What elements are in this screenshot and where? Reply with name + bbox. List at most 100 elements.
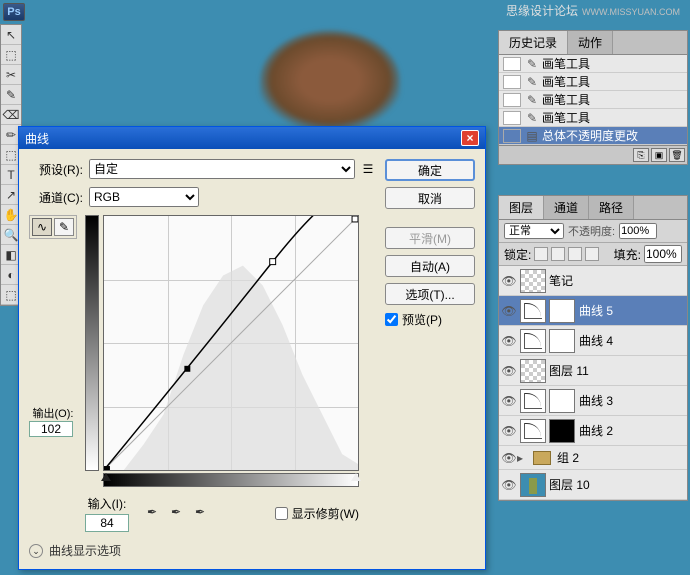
output-input[interactable] [29,421,73,437]
layer-name: 曲线 3 [579,392,613,409]
history-new-icon[interactable]: ▣ [651,148,667,162]
tab-layers[interactable]: 图层 [499,196,544,219]
layer-item[interactable]: 👁 图层 11 [499,356,687,386]
layer-item[interactable]: 👁 曲线 4 [499,326,687,356]
options-button[interactable]: 选项(T)... [385,283,475,305]
input-input[interactable] [85,514,129,532]
layer-item[interactable]: 👁 笔记 [499,266,687,296]
curve-mode-pencil-icon[interactable]: ✎ [54,218,74,236]
tab-channels[interactable]: 通道 [544,196,589,219]
lock-pixels-icon[interactable] [551,247,565,261]
fill-input[interactable] [644,245,682,263]
channel-label: 通道(C): [29,189,83,206]
blend-mode-select[interactable]: 正常 [504,223,564,239]
lock-all-icon[interactable] [585,247,599,261]
layer-name: 曲线 2 [579,422,613,439]
gray-point-dropper-icon[interactable]: ✒ [167,505,185,523]
layer-name: 组 2 [557,449,579,466]
layer-item[interactable]: 👁 图层 10 [499,470,687,500]
layer-name: 曲线 4 [579,332,613,349]
close-icon[interactable]: × [461,130,479,146]
history-delete-icon[interactable]: 🗑 [669,148,685,162]
layers-panel: 图层 通道 路径 正常 不透明度: 锁定: 填充: 👁笔记👁曲线 5👁曲线 4👁… [498,195,688,501]
tool-4[interactable]: ⌫ [1,105,21,125]
layer-name: 图层 11 [549,362,589,379]
layer-name: 图层 10 [549,476,590,493]
adjust-thumb [520,419,546,443]
output-label: 输出(O): [29,405,77,421]
tab-paths[interactable]: 路径 [589,196,634,219]
layer-list: 👁笔记👁曲线 5👁曲线 4👁图层 11👁曲线 3👁曲线 2👁▸组 2👁图层 10 [499,266,687,500]
auto-button[interactable]: 自动(A) [385,255,475,277]
mask-thumb [549,419,575,443]
visibility-icon[interactable]: 👁 [501,304,517,318]
channel-select[interactable]: RGB [89,187,199,207]
layer-item[interactable]: 👁 曲线 5 [499,296,687,326]
tool-1[interactable]: ⬚ [1,45,21,65]
black-point-dropper-icon[interactable]: ✒ [143,505,161,523]
ok-button[interactable]: 确定 [385,159,475,181]
visibility-icon[interactable]: 👁 [501,424,517,438]
tool-2[interactable]: ✂ [1,65,21,85]
visibility-icon[interactable]: 👁 [501,364,517,378]
fill-label: 填充: [614,246,641,263]
curve-display-options[interactable]: ⌄ 曲线显示选项 [29,542,375,559]
visibility-icon[interactable]: 👁 [501,274,517,288]
curve-mode-spline-icon[interactable]: ∿ [32,218,52,236]
visibility-icon[interactable]: 👁 [501,478,517,492]
layer-item[interactable]: 👁▸组 2 [499,446,687,470]
tab-actions[interactable]: 动作 [568,31,613,54]
white-point-dropper-icon[interactable]: ✒ [191,505,209,523]
history-item[interactable]: ✎画笔工具 [499,55,687,73]
preset-select[interactable]: 自定 [89,159,355,179]
tool-3[interactable]: ✎ [1,85,21,105]
adjust-thumb [520,299,546,323]
preview-checkbox[interactable]: 预览(P) [385,311,475,328]
cancel-button[interactable]: 取消 [385,187,475,209]
opacity-input[interactable] [619,223,657,239]
curve-svg [104,216,358,470]
visibility-icon[interactable]: 👁 [501,394,517,408]
lock-label: 锁定: [504,246,531,263]
layer-name: 笔记 [549,272,573,289]
app-logo: Ps [3,3,25,21]
tool-0[interactable]: ↖ [1,25,21,45]
preset-label: 预设(R): [29,161,83,178]
adjust-thumb [520,329,546,353]
curves-dialog: 曲线 × 预设(R): 自定 ☰ 通道(C): RGB ∿ ✎ 输出 [18,126,486,570]
layer-thumb [520,269,546,293]
history-new-snapshot-icon[interactable]: ⎘ [633,148,649,162]
visibility-icon[interactable]: 👁 [501,334,517,348]
output-gradient [85,215,99,471]
tab-history[interactable]: 历史记录 [499,31,568,54]
history-item[interactable]: ✎画笔工具 [499,109,687,127]
lock-transparent-icon[interactable] [534,247,548,261]
show-clip-checkbox[interactable]: 显示修剪(W) [275,505,359,522]
input-gradient[interactable] [103,473,359,487]
lock-position-icon[interactable] [568,247,582,261]
history-footer: ⎘ ▣ 🗑 [499,145,687,164]
curves-title-text: 曲线 [25,130,49,147]
mask-thumb [549,329,575,353]
layer-item[interactable]: 👁 曲线 3 [499,386,687,416]
smooth-button: 平滑(M) [385,227,475,249]
input-label: 输入(I): [88,495,127,512]
history-item[interactable]: ✎画笔工具 [499,91,687,109]
layers-blend-row: 正常 不透明度: [499,220,687,243]
history-item[interactable]: ✎画笔工具 [499,73,687,91]
layer-item[interactable]: 👁 曲线 2 [499,416,687,446]
history-item[interactable]: ▤总体不透明度更改 [499,127,687,145]
curves-titlebar[interactable]: 曲线 × [19,127,485,149]
folder-icon [533,451,551,465]
layer-thumb [520,473,546,497]
chevron-icon: ⌄ [29,544,43,558]
curve-mode-switch: ∿ ✎ [29,215,77,239]
curve-grid[interactable] [103,215,359,471]
layer-name: 曲线 5 [579,302,613,319]
mask-thumb [549,389,575,413]
layer-thumb [520,359,546,383]
preset-menu-icon[interactable]: ☰ [361,162,375,176]
visibility-icon[interactable]: 👁 [501,451,517,465]
watermark: 思缘设计论坛WWW.MISSYUAN.COM [506,2,680,19]
history-panel: 历史记录 动作 ✎画笔工具✎画笔工具✎画笔工具✎画笔工具▤总体不透明度更改 ⎘ … [498,30,688,165]
